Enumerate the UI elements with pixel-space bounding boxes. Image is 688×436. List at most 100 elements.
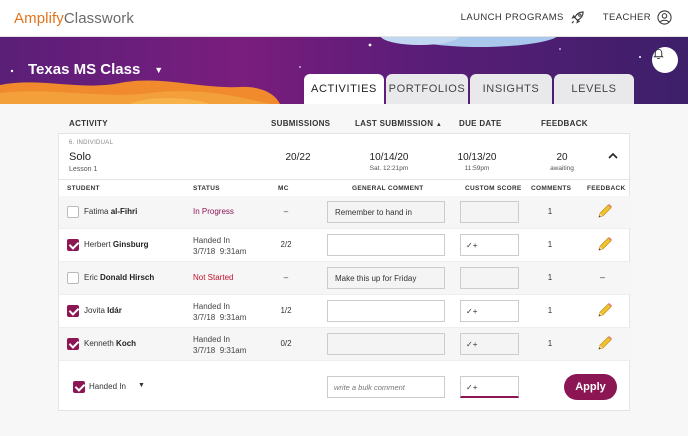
- notifications-button[interactable]: [652, 47, 678, 73]
- bulk-score-input[interactable]: ✓+: [460, 376, 519, 398]
- mc-score: 1/2: [280, 306, 292, 315]
- class-selector[interactable]: Texas MS Class ▼: [28, 61, 163, 78]
- custom-score-input[interactable]: ✓+: [460, 300, 519, 322]
- logo-brand: Amplify: [14, 10, 64, 27]
- pencil-icon[interactable]: [596, 203, 613, 220]
- general-comment-input[interactable]: [327, 234, 445, 256]
- due-time: 11:59pm: [464, 165, 490, 172]
- submissions-count: 20/22: [285, 152, 311, 163]
- mc-score: 2/2: [280, 240, 292, 249]
- apply-button[interactable]: Apply: [564, 374, 617, 400]
- col-header-last-submission[interactable]: LAST SUBMISSION ▲: [355, 119, 442, 128]
- activity-card: 6. INDIVIDUAL Solo Lesson 1 20/22 10/14/…: [58, 133, 631, 412]
- student-first-name: Kenneth: [84, 339, 114, 348]
- student-name: Eric Donald Hirsch: [84, 273, 154, 282]
- custom-score-input[interactable]: ✓+: [460, 333, 519, 355]
- subheader-feedback: FEEDBACK: [587, 185, 626, 192]
- app-logo[interactable]: AmplifyClasswork: [14, 10, 134, 27]
- table-row: Kenneth Koch Handed In 3/7/18 9:31am 0/2 …: [59, 328, 631, 361]
- launch-programs-button[interactable]: LAUNCH PROGRAMS: [461, 10, 585, 25]
- caret-down-icon: ▼: [154, 64, 164, 75]
- user-avatar-icon: [657, 10, 672, 25]
- pencil-icon[interactable]: [596, 236, 613, 253]
- bulk-action-row: Handed In ▼ write a bulk comment ✓+ Appl…: [59, 366, 631, 412]
- student-last-name: al-Fihri: [110, 207, 138, 216]
- status-time: 9:31am: [219, 247, 247, 256]
- due-date: 10/13/20: [457, 152, 497, 163]
- sort-up-icon: ▲: [435, 122, 443, 128]
- comments-count: 1: [547, 306, 553, 315]
- launch-programs-label: LAUNCH PROGRAMS: [460, 12, 564, 23]
- logo-product: Classwork: [63, 10, 134, 27]
- col-header-activity: ACTIVITY: [69, 119, 108, 128]
- last-submission-time: Sat. 12:21pm: [369, 165, 409, 172]
- subheader-custom-score: CUSTOM SCORE: [465, 185, 522, 192]
- tab-insights[interactable]: INSIGHTS: [470, 74, 552, 104]
- student-last-name: Idár: [107, 306, 122, 315]
- general-comment-input[interactable]: Remember to hand in: [327, 201, 445, 223]
- comments-count: 1: [547, 273, 553, 282]
- status-date: 3/7/18: [193, 346, 216, 355]
- bell-icon: [653, 48, 664, 60]
- mc-score: –: [283, 273, 289, 282]
- status-date: 3/7/18: [193, 313, 216, 322]
- table-row: Herbert Ginsburg Handed In 3/7/18 9:31am …: [59, 229, 631, 262]
- teacher-menu-button[interactable]: TEACHER: [603, 10, 672, 25]
- tab-portfolios[interactable]: PORTFOLIOS: [386, 74, 468, 104]
- tab-levels[interactable]: LEVELS: [554, 74, 634, 104]
- custom-score-input[interactable]: [460, 201, 519, 223]
- feedback-none: –: [600, 272, 606, 282]
- feedback-count: 20: [556, 152, 568, 163]
- bulk-select-checkbox[interactable]: [73, 381, 85, 393]
- student-checkbox[interactable]: [67, 206, 79, 218]
- status-text: Handed In 3/7/18 9:31am: [193, 301, 246, 323]
- custom-score-input[interactable]: [460, 267, 519, 289]
- subheader-general-comment: GENERAL COMMENT: [352, 185, 424, 192]
- general-comment-input[interactable]: Make this up for Friday: [327, 267, 445, 289]
- student-checkbox[interactable]: [67, 272, 79, 284]
- student-last-name: Ginsburg: [112, 240, 149, 249]
- student-name: Fatima al-Fihri: [84, 207, 137, 216]
- student-name: Jovita Idár: [84, 306, 122, 315]
- caret-down-icon[interactable]: ▼: [138, 382, 145, 389]
- last-submission-date: 10/14/20: [369, 152, 409, 163]
- teacher-label: TEACHER: [602, 12, 651, 23]
- general-comment-input[interactable]: [327, 300, 445, 322]
- student-last-name: Donald Hirsch: [100, 273, 155, 282]
- pencil-icon[interactable]: [596, 335, 613, 352]
- student-first-name: Fatima: [84, 207, 109, 216]
- feedback-awaiting: awaiting: [550, 165, 574, 172]
- status-date: 3/7/18: [193, 247, 216, 256]
- status-time: 9:31am: [219, 346, 247, 355]
- status-time: 9:31am: [219, 313, 247, 322]
- status-text: Handed In 3/7/18 9:31am: [193, 235, 246, 257]
- bulk-filter-label[interactable]: Handed In: [89, 382, 126, 391]
- student-checkbox[interactable]: [67, 338, 79, 350]
- subheader-student: STUDENT: [67, 185, 100, 192]
- student-checkbox[interactable]: [67, 239, 79, 251]
- top-bar: AmplifyClasswork LAUNCH PROGRAMS TEACHER: [0, 0, 688, 37]
- mc-score: 0/2: [280, 339, 292, 348]
- custom-score-input[interactable]: ✓+: [460, 234, 519, 256]
- col-header-submissions[interactable]: SUBMISSIONS: [271, 119, 330, 128]
- student-checkbox[interactable]: [67, 305, 79, 317]
- activity-summary-row[interactable]: 6. INDIVIDUAL Solo Lesson 1 20/22 10/14/…: [59, 134, 631, 180]
- subheader-mc: MC: [278, 185, 289, 192]
- col-header-due-date[interactable]: DUE DATE: [459, 119, 502, 128]
- col-header-last-submission-label: LAST SUBMISSION: [355, 119, 434, 128]
- pencil-icon[interactable]: [596, 302, 613, 319]
- student-name: Kenneth Koch: [84, 339, 136, 348]
- table-row: Fatima al-Fihri In Progress – Remember t…: [59, 196, 631, 229]
- col-header-feedback[interactable]: FEEDBACK: [541, 119, 588, 128]
- tab-activities[interactable]: ACTIVITIES: [304, 74, 384, 104]
- bulk-comment-input[interactable]: write a bulk comment: [327, 376, 445, 398]
- main-tabs: ACTIVITIES PORTFOLIOS INSIGHTS LEVELS: [304, 74, 636, 104]
- student-name: Herbert Ginsburg: [84, 240, 148, 249]
- status-text: Handed In 3/7/18 9:31am: [193, 334, 246, 356]
- table-row: Eric Donald Hirsch Not Started – Make th…: [59, 262, 631, 295]
- chevron-up-icon[interactable]: [607, 150, 619, 162]
- general-comment-input[interactable]: [327, 333, 445, 355]
- status-text: In Progress: [193, 207, 234, 216]
- status-label: Handed In: [193, 236, 230, 245]
- table-row: Jovita Idár Handed In 3/7/18 9:31am 1/2 ✓…: [59, 295, 631, 328]
